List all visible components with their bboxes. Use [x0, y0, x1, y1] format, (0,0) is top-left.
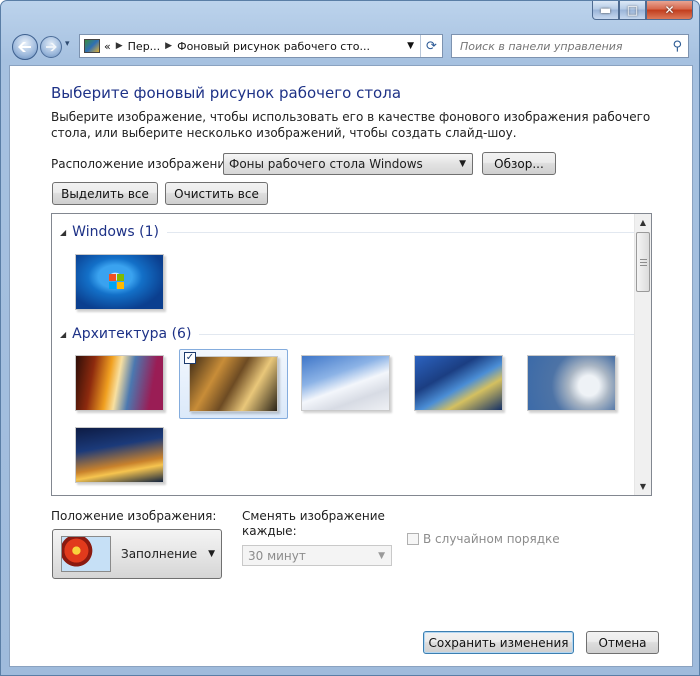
- caption-buttons: ▬ □ ✕: [592, 1, 693, 20]
- address-dropdown-icon[interactable]: ▼: [407, 41, 414, 51]
- location-label: Расположение изображения:: [51, 157, 237, 171]
- window: ▬ □ ✕ ▾ « ▶ Пер... ▶ Фоновый рисунок раб…: [0, 0, 700, 676]
- group-label: Windows (1): [72, 224, 159, 240]
- scroll-up-icon[interactable]: ▲: [635, 214, 651, 231]
- breadcrumb-separator-icon: ▶: [165, 41, 173, 51]
- maximize-icon: □: [626, 3, 639, 17]
- grip-line: [640, 265, 647, 266]
- wallpaper-thumbnail-architecture-1[interactable]: [75, 355, 164, 411]
- group-divider: [166, 231, 637, 233]
- wallpaper-thumbnail-architecture-3[interactable]: [301, 355, 390, 411]
- wallpaper-thumbnail-windows[interactable]: [75, 254, 164, 310]
- grip-line: [640, 262, 647, 263]
- wallpaper-thumbnail-architecture-5[interactable]: [527, 355, 616, 411]
- search-input[interactable]: [458, 38, 658, 54]
- position-label: Положение изображения:: [51, 509, 217, 523]
- location-select[interactable]: Фоны рабочего стола Windows ▼: [223, 153, 473, 175]
- grip-line: [640, 259, 647, 260]
- interval-value: 30 минут: [248, 548, 306, 563]
- breadcrumb-separator-icon: ▶: [115, 41, 123, 51]
- address-overflow-icon[interactable]: «: [104, 40, 111, 53]
- checkbox-checked-icon[interactable]: ✓: [184, 352, 196, 364]
- address-bar[interactable]: « ▶ Пер... ▶ Фоновый рисунок рабочего ст…: [79, 34, 443, 58]
- history-dropdown-icon[interactable]: ▾: [65, 39, 70, 49]
- back-button[interactable]: [12, 34, 38, 60]
- position-value: Заполнение: [121, 547, 198, 561]
- position-preview-image: [61, 536, 111, 572]
- shuffle-label: В случайном порядке: [423, 532, 560, 546]
- chevron-down-icon: ▼: [459, 159, 466, 169]
- control-panel-icon: [84, 39, 100, 53]
- wallpaper-thumbnail-architecture-4[interactable]: [414, 355, 503, 411]
- page-title: Выберите фоновый рисунок рабочего стола: [51, 84, 402, 102]
- selected-thumbnail-frame[interactable]: ✓: [179, 349, 288, 419]
- close-button[interactable]: ✕: [646, 1, 693, 20]
- content-pane: Выберите фоновый рисунок рабочего стола …: [9, 65, 693, 667]
- collapse-triangle-icon[interactable]: ◢: [60, 228, 66, 237]
- change-interval-label: Сменять изображение каждые:: [242, 509, 385, 538]
- group-label: Архитектура (6): [72, 326, 192, 342]
- scroll-thumb[interactable]: [636, 232, 650, 292]
- search-icon[interactable]: ⚲: [672, 39, 682, 54]
- minimize-icon: ▬: [599, 3, 612, 17]
- search-box[interactable]: ⚲: [451, 34, 689, 58]
- forward-button[interactable]: [40, 36, 62, 58]
- cancel-button[interactable]: Отмена: [586, 631, 659, 654]
- group-header-architecture[interactable]: ◢ Архитектура (6): [60, 326, 640, 342]
- wallpaper-thumbnail-architecture-2[interactable]: [189, 356, 278, 412]
- gallery-scrollbar[interactable]: ▲ ▼: [634, 214, 651, 495]
- maximize-button[interactable]: □: [619, 1, 646, 20]
- breadcrumb-item-personalization[interactable]: Пер...: [128, 40, 161, 53]
- close-icon: ✕: [664, 3, 675, 17]
- chevron-down-icon: ▼: [208, 549, 215, 559]
- forward-arrow-icon: [46, 42, 57, 52]
- save-changes-button[interactable]: Сохранить изменения: [423, 631, 574, 654]
- location-value: Фоны рабочего стола Windows: [229, 157, 423, 171]
- minimize-button[interactable]: ▬: [592, 1, 619, 20]
- interval-select: 30 минут ▼: [242, 545, 392, 566]
- wallpaper-thumbnail-architecture-6[interactable]: [75, 427, 164, 483]
- position-dropdown[interactable]: Заполнение ▼: [52, 529, 222, 579]
- page-description: Выберите изображение, чтобы использовать…: [51, 110, 651, 140]
- wallpaper-gallery[interactable]: ◢ Windows (1) ◢ Архитектура (6) ✓ ▲ ▼: [51, 213, 652, 496]
- collapse-triangle-icon[interactable]: ◢: [60, 330, 66, 339]
- group-divider: [199, 333, 640, 335]
- group-header-windows[interactable]: ◢ Windows (1): [60, 224, 637, 240]
- select-all-button[interactable]: Выделить все: [52, 182, 158, 205]
- checkbox-unchecked-icon: [407, 533, 419, 545]
- breadcrumb-item-desktop-background[interactable]: Фоновый рисунок рабочего сто...: [177, 40, 370, 53]
- browse-button[interactable]: Обзор...: [482, 152, 556, 175]
- scroll-down-icon[interactable]: ▼: [635, 478, 651, 495]
- shuffle-checkbox: В случайном порядке: [407, 532, 560, 546]
- back-arrow-icon: [18, 42, 31, 52]
- refresh-icon[interactable]: ⟳: [420, 35, 442, 57]
- windows-logo-icon: [109, 274, 124, 289]
- clear-all-button[interactable]: Очистить все: [165, 182, 268, 205]
- chevron-down-icon: ▼: [378, 550, 385, 561]
